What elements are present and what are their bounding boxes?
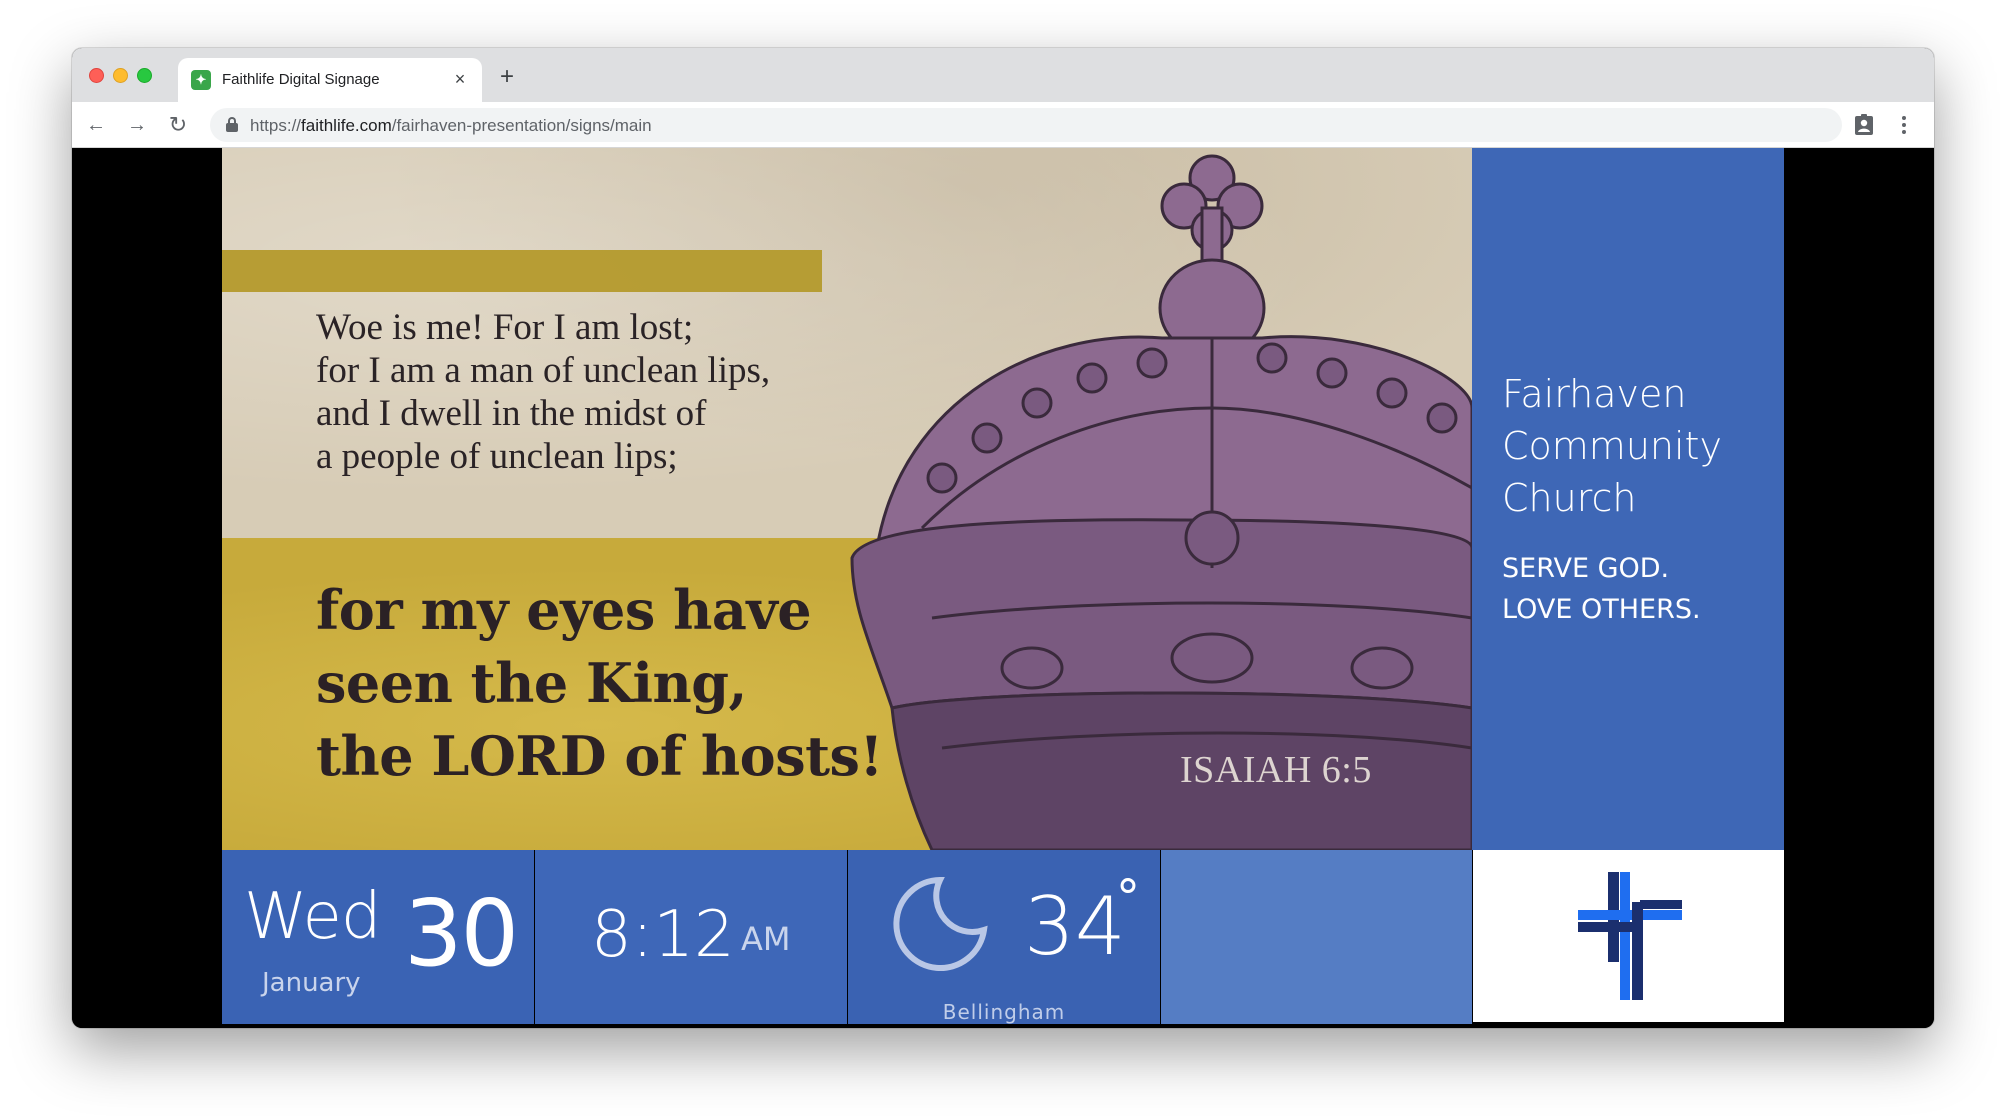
tab-faithlife-digital-signage[interactable]: ✦ Faithlife Digital Signage × <box>178 58 482 102</box>
month-name: January <box>262 968 361 998</box>
clock-time: 8:12 <box>591 898 735 972</box>
close-window-button[interactable] <box>89 68 104 83</box>
tab-strip: ✦ Faithlife Digital Signage × + <box>72 48 1934 102</box>
signage-display: Woe is me! For I am lost; for I am a man… <box>72 148 1934 1028</box>
browser-window: ✦ Faithlife Digital Signage × + ← → ↻ ht… <box>72 48 1934 1028</box>
church-name: Fairhaven Community Church <box>1502 368 1772 524</box>
time-widget: 8:12 AM <box>535 850 847 1024</box>
empty-widget <box>1161 850 1472 1024</box>
gold-accent-bar <box>222 250 822 292</box>
degree-symbol: ° <box>1116 870 1140 926</box>
reload-button[interactable]: ↻ <box>164 111 192 139</box>
verse-intro-text: Woe is me! For I am lost; for I am a man… <box>316 306 876 478</box>
verse-emphasis-text: for my eyes have seen the King, the LORD… <box>316 574 916 793</box>
verse-line: Woe is me! For I am lost; <box>316 307 694 348</box>
church-name-line: Community <box>1502 424 1722 468</box>
url-host: faithlife.com <box>301 116 392 135</box>
browser-toolbar: ← → ↻ https://faithlife.com/fairhaven-pr… <box>72 102 1934 148</box>
weather-widget: 34 ° Bellingham <box>848 850 1160 1024</box>
church-name-line: Fairhaven <box>1502 372 1687 416</box>
church-info-panel: Fairhaven Community Church SERVE GOD. LO… <box>1472 148 1784 850</box>
address-bar[interactable]: https://faithlife.com/fairhaven-presenta… <box>210 108 1842 142</box>
temperature: 34 <box>1024 880 1126 973</box>
faithlife-favicon-icon: ✦ <box>191 70 211 90</box>
verse-line: a people of unclean lips; <box>316 436 678 477</box>
scripture-slide: Woe is me! For I am lost; for I am a man… <box>222 148 1472 850</box>
church-tagline: SERVE GOD. LOVE OTHERS. <box>1502 548 1772 630</box>
tab-close-icon[interactable]: × <box>448 67 472 91</box>
back-button[interactable]: ← <box>82 111 110 139</box>
url-text[interactable]: https://faithlife.com/fairhaven-presenta… <box>250 116 652 136</box>
minimize-window-button[interactable] <box>113 68 128 83</box>
url-path: /fairhaven-presentation/signs/main <box>391 116 652 135</box>
more-menu-icon[interactable] <box>1894 113 1914 137</box>
zoom-window-button[interactable] <box>137 68 152 83</box>
church-logo-widget <box>1473 850 1784 1022</box>
verse-line: seen the King, <box>316 651 747 715</box>
profile-icon[interactable] <box>1854 114 1874 136</box>
url-scheme: https:// <box>250 116 302 135</box>
lock-icon[interactable] <box>226 117 238 133</box>
church-name-line: Church <box>1502 476 1637 520</box>
verse-line: and I dwell in the midst of <box>316 393 707 434</box>
cross-logo-icon <box>1578 872 1682 1000</box>
verse-line: the LORD of hosts! <box>316 724 883 788</box>
verse-line: for I am a man of unclean lips, <box>316 350 771 391</box>
tagline-line: SERVE GOD. <box>1502 553 1670 584</box>
day-name: Wed <box>244 880 382 954</box>
day-number: 30 <box>404 880 519 987</box>
verse-line: for my eyes have <box>316 578 812 642</box>
scripture-reference: ISAIAH 6:5 <box>1180 749 1372 791</box>
weather-city: Bellingham <box>942 1000 1066 1024</box>
moon-icon <box>893 876 988 971</box>
clock-ampm: AM <box>741 920 791 958</box>
new-tab-button[interactable]: + <box>492 62 522 92</box>
forward-button[interactable]: → <box>123 111 151 139</box>
tagline-line: LOVE OTHERS. <box>1502 594 1701 625</box>
tab-title: Faithlife Digital Signage <box>222 71 380 88</box>
date-widget: Wed 30 January <box>222 850 534 1024</box>
